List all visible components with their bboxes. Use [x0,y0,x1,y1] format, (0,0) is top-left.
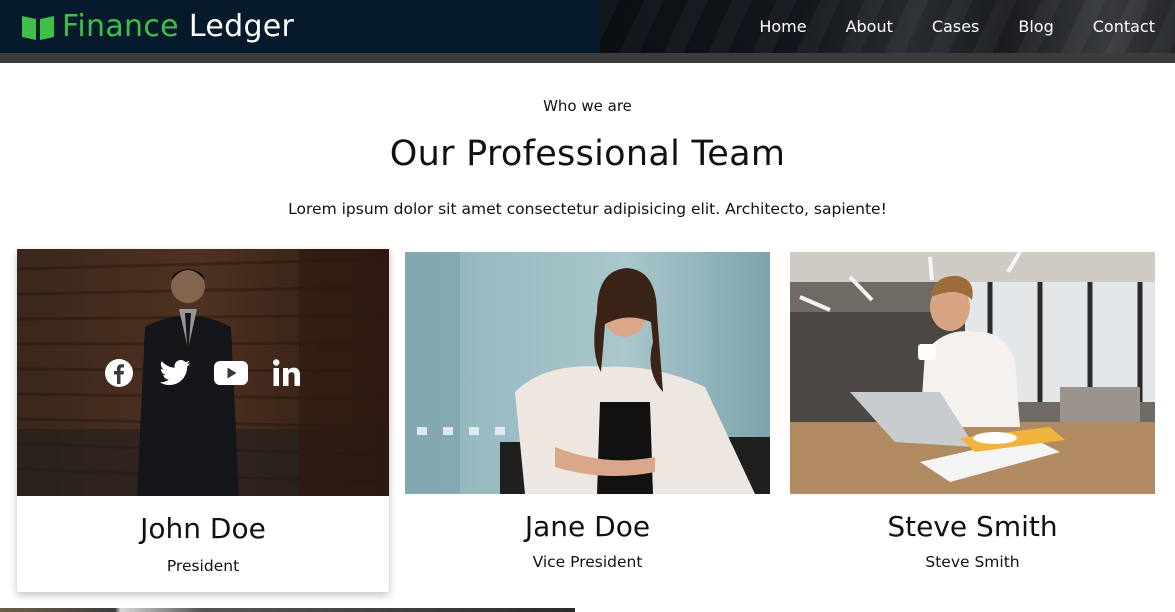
brand-name-finance: Finance [62,9,179,44]
team-card-jane[interactable]: Jane Doe Vice President [405,252,770,582]
social-overlay [17,249,389,496]
facebook-icon[interactable] [102,356,136,390]
team-photo-steve [790,252,1155,494]
member-name: Steve Smith [887,510,1058,543]
nav-home[interactable]: Home [759,17,806,36]
team-photo-john [17,249,389,496]
team-card-john[interactable]: John Doe President [17,249,389,592]
member-name: Jane Doe [524,510,651,543]
section-lead: Lorem ipsum dolor sit amet consectetur a… [288,200,887,218]
team-photo-jane [405,252,770,494]
header-divider [0,53,1175,63]
member-role: Vice President [532,553,643,571]
team-card-steve[interactable]: Steve Smith Steve Smith [790,252,1155,582]
brand-name-ledger: Ledger [188,9,295,44]
youtube-icon[interactable] [214,356,248,390]
book-icon [22,15,54,40]
site-header: Finance Ledger Home About Cases Blog Con… [0,0,1175,53]
next-row-photos-edge [0,608,575,612]
member-role: President [166,557,240,575]
main-nav: Home About Cases Blog Contact [720,0,1175,53]
section-eyebrow: Who we are [543,97,632,115]
twitter-icon[interactable] [158,356,192,390]
brand[interactable]: Finance Ledger [0,0,600,53]
member-role: Steve Smith [925,553,1020,571]
member-name: John Doe [140,512,266,545]
section-title: Our Professional Team [389,134,786,174]
nav-blog[interactable]: Blog [1018,17,1053,36]
nav-background: Home About Cases Blog Contact [600,0,1175,53]
nav-contact[interactable]: Contact [1093,17,1155,36]
nav-about[interactable]: About [846,17,893,36]
linkedin-icon[interactable] [270,356,304,390]
nav-cases[interactable]: Cases [932,17,980,36]
